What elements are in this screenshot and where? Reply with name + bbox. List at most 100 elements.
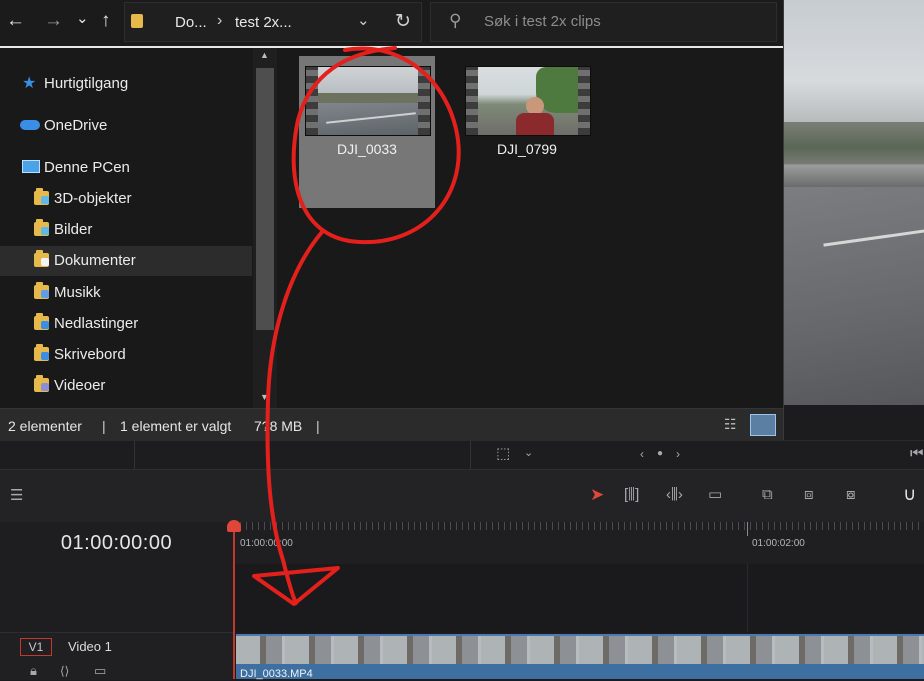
large-icons-view-icon[interactable] — [750, 414, 776, 436]
nav-item-music[interactable]: Musikk — [0, 278, 252, 308]
folder-videos-icon — [34, 375, 49, 392]
file-name: DJI_0799 — [497, 141, 557, 157]
folder-icon — [131, 14, 143, 28]
film-sprocket — [578, 67, 590, 135]
transform-icon[interactable]: ⬚ — [496, 444, 510, 464]
blade-tool-icon[interactable]: ▭ — [708, 485, 722, 505]
timeline-track-area[interactable] — [234, 564, 924, 632]
lock-icon[interactable]: 🔒︎ — [30, 661, 37, 681]
nav-item-pictures[interactable]: Bilder — [0, 215, 252, 245]
preview-trees — [783, 122, 924, 164]
ruler-label: 01:00:00:00 — [240, 538, 293, 549]
film-sprocket — [418, 67, 430, 135]
film-sprocket — [306, 67, 318, 135]
skip-to-start-icon[interactable]: ⏮ — [910, 444, 924, 464]
file-item[interactable]: DJI_0799 — [459, 56, 595, 208]
star-icon: ★ — [22, 75, 37, 92]
address-field[interactable]: Do... › test 2x... ⌄ ↻ — [124, 2, 422, 42]
breadcrumb-item[interactable]: Do... — [175, 14, 207, 31]
nav-item-label: Bilder — [54, 221, 93, 238]
next-icon[interactable]: › — [676, 444, 680, 464]
nav-item-this-pc[interactable]: Denne PCen — [0, 153, 252, 183]
timeline-ruler[interactable]: 01:00:00:00 01:00:02:00 — [234, 522, 924, 564]
folder-downloads-icon — [34, 313, 49, 330]
item-count: 2 elementer — [8, 418, 82, 434]
nav-item-quick-access[interactable]: ★ Hurtigtilgang — [0, 69, 252, 99]
preview-road — [783, 187, 924, 405]
track-name[interactable]: Video 1 — [68, 639, 112, 654]
file-item[interactable]: DJI_0033 — [299, 56, 435, 208]
nav-item-documents[interactable]: Dokumenter — [0, 246, 252, 276]
search-placeholder: Søk i test 2x clips — [484, 13, 601, 30]
divider — [134, 441, 135, 469]
search-box[interactable]: ⚲ — [430, 2, 777, 42]
address-dropdown-chevron-icon[interactable]: ⌄ — [357, 11, 370, 29]
forward-arrow-icon[interactable]: → — [44, 11, 63, 31]
monitor-icon[interactable]: ▭ — [94, 661, 106, 681]
thumbnail-frame — [478, 67, 578, 135]
folder-desktop-icon — [34, 344, 49, 361]
track-badge[interactable]: V1 — [20, 638, 52, 656]
overwrite-clip-icon[interactable]: ⧈ — [804, 485, 814, 505]
timeline-toolbar: ☰ ➤ [⫼] ‹⫼› ▭ ⧉ ⧈ ⧇ ∪ — [0, 469, 924, 522]
playhead-handle[interactable] — [227, 520, 241, 532]
status-bar: 2 elementer | 1 element er valgt 7?8 MB … — [0, 408, 783, 441]
file-explorer-window: ← → ⌄ ↑ Do... › test 2x... ⌄ ↻ ⚲ Søk i t… — [0, 0, 784, 441]
clip-name-bar[interactable] — [236, 664, 924, 679]
breadcrumb-separator: › — [217, 12, 223, 29]
back-arrow-icon[interactable]: ← — [6, 11, 25, 31]
chevron-down-icon[interactable]: ⌄ — [524, 443, 533, 463]
selection-tool-icon[interactable]: ➤ — [590, 485, 604, 505]
video-thumbnail — [305, 66, 431, 136]
nav-item-label: Skrivebord — [54, 346, 126, 363]
scroll-down-icon[interactable]: ▼ — [260, 392, 269, 402]
nav-item-label: Musikk — [54, 284, 101, 301]
nav-item-videos[interactable]: Videoer — [0, 371, 252, 401]
auto-select-icon[interactable]: ⟨⟩ — [60, 661, 69, 681]
viewer-preview — [783, 0, 924, 405]
scroll-up-icon[interactable]: ▲ — [260, 50, 269, 60]
grid-line — [747, 564, 748, 632]
nav-item-label: Denne PCen — [44, 159, 130, 176]
viewer-controls-bar: ⬚ ⌄ ‹ ● › ⏮ — [0, 440, 924, 469]
navigation-pane: ★ Hurtigtilgang OneDrive Denne PCen 3D-o… — [0, 48, 252, 408]
computer-icon — [22, 160, 40, 173]
replace-clip-icon[interactable]: ⧇ — [846, 485, 856, 505]
folder-3d-icon — [34, 188, 49, 205]
nav-item-label: OneDrive — [44, 117, 108, 134]
nav-item-label: Hurtigtilgang — [44, 75, 129, 92]
snapping-icon[interactable]: ∪ — [903, 484, 916, 504]
preview-guardrail — [783, 165, 924, 187]
video-thumbnail — [465, 66, 591, 136]
nav-item-3d-objects[interactable]: 3D-objekter — [0, 184, 252, 214]
cloud-icon — [20, 120, 40, 130]
folder-music-icon — [34, 282, 49, 299]
breadcrumb-item[interactable]: test 2x... — [235, 14, 292, 31]
ruler-major-tick — [747, 522, 748, 536]
trim-tool-icon[interactable]: [⫼] — [624, 485, 639, 505]
timeline-view-icon[interactable]: ☰ — [10, 486, 23, 506]
nav-item-label: 3D-objekter — [54, 190, 132, 207]
nav-item-desktop[interactable]: Skrivebord — [0, 340, 252, 370]
timeline-clip[interactable] — [236, 634, 924, 666]
up-arrow-icon[interactable]: ↑ — [101, 11, 111, 31]
selection-count: 1 element er valgt — [120, 418, 232, 434]
nav-item-downloads[interactable]: Nedlastinger — [0, 309, 252, 339]
nav-item-label: Videoer — [54, 377, 106, 394]
playhead[interactable] — [233, 522, 235, 679]
refresh-icon[interactable]: ↻ — [395, 10, 411, 33]
prev-icon[interactable]: ‹ — [640, 444, 644, 464]
dynamic-trim-icon[interactable]: ‹⫼› — [666, 485, 683, 505]
timecode-display: 01:00:00:00 — [60, 532, 173, 554]
recent-chevron-icon[interactable]: ⌄ — [76, 9, 89, 29]
nav-item-label: Dokumenter — [54, 252, 136, 269]
details-view-icon[interactable]: ☷ — [724, 416, 744, 433]
page-dot-icon: ● — [657, 448, 664, 459]
ruler-label: 01:00:02:00 — [752, 538, 805, 549]
file-name: DJI_0033 — [337, 141, 397, 157]
nav-item-onedrive[interactable]: OneDrive — [0, 111, 252, 141]
nav-scrollbar-thumb[interactable] — [256, 68, 274, 330]
film-sprocket — [466, 67, 478, 135]
insert-clip-icon[interactable]: ⧉ — [762, 485, 773, 505]
status-separator: | — [102, 418, 106, 434]
